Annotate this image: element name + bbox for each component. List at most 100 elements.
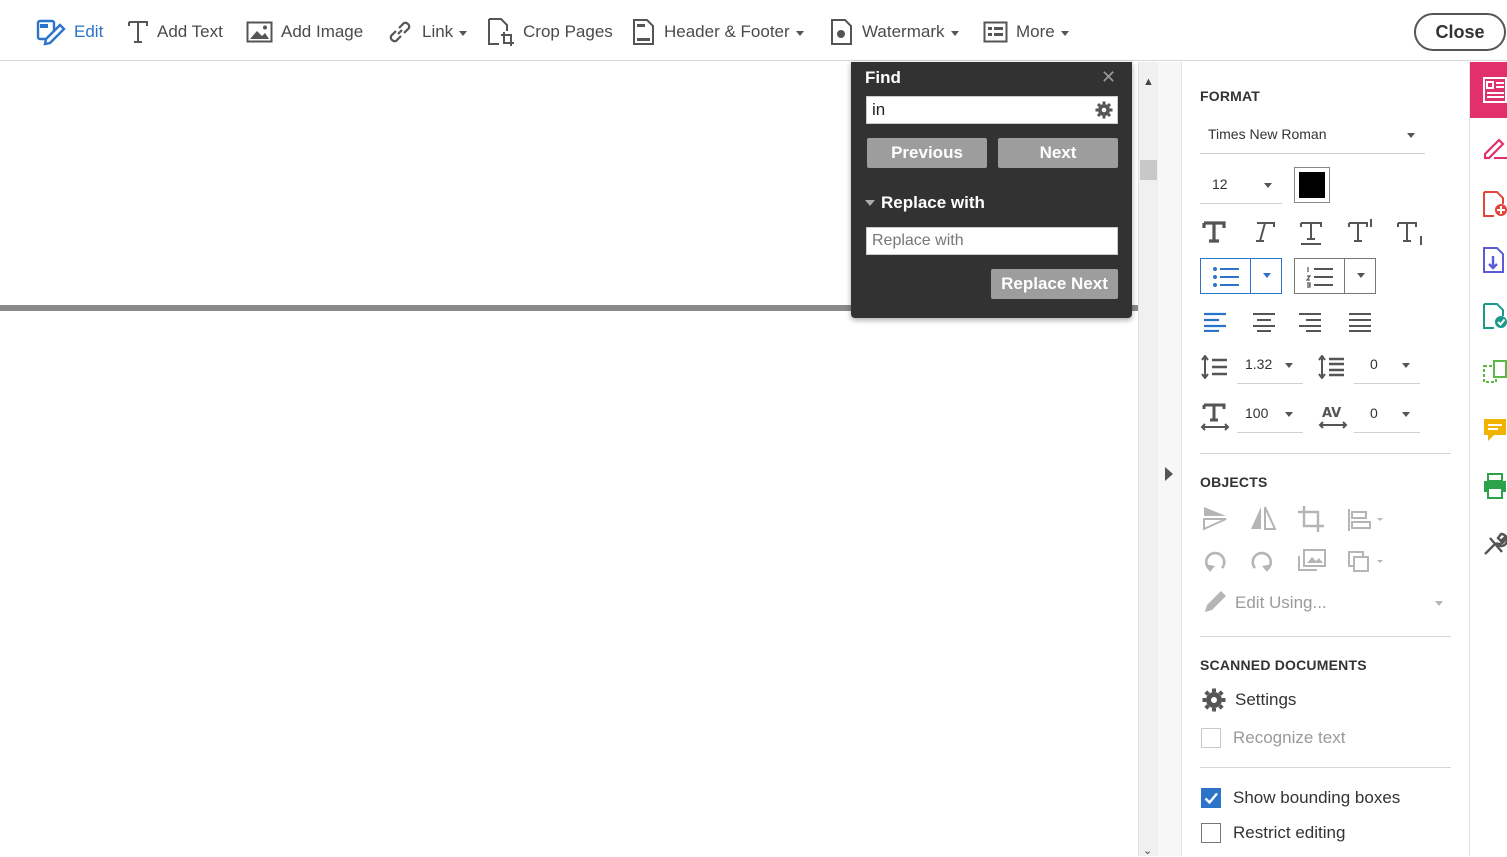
add-image-label: Add Image bbox=[281, 22, 364, 41]
restrict-editing-label: Restrict editing bbox=[1233, 823, 1346, 842]
chevron-down-icon bbox=[459, 30, 468, 36]
font-color-swatch bbox=[1299, 172, 1325, 198]
scroll-up-icon[interactable]: ▲ bbox=[1143, 76, 1154, 88]
previous-button[interactable]: Previous bbox=[867, 138, 987, 168]
more-button[interactable]: More bbox=[983, 16, 1069, 48]
scrollbar-thumb[interactable] bbox=[1140, 160, 1157, 180]
chevron-down-icon[interactable] bbox=[1357, 273, 1365, 278]
divider bbox=[1200, 453, 1451, 454]
organize-pages-icon[interactable] bbox=[1482, 358, 1507, 386]
underline-text-icon[interactable] bbox=[1299, 220, 1323, 246]
watermark-button[interactable]: Watermark bbox=[830, 16, 959, 48]
replace-image-icon[interactable] bbox=[1297, 548, 1327, 574]
close-button[interactable]: Close bbox=[1414, 13, 1506, 51]
divider bbox=[1344, 259, 1345, 293]
chevron-down-icon[interactable] bbox=[1435, 601, 1443, 606]
comment-icon[interactable] bbox=[1482, 416, 1507, 444]
justify-icon[interactable] bbox=[1348, 312, 1372, 332]
bullet-list-button[interactable] bbox=[1200, 258, 1282, 294]
flip-vertical-icon[interactable] bbox=[1202, 505, 1228, 531]
rotate-right-icon[interactable] bbox=[1249, 548, 1275, 574]
panel-collapse-gutter bbox=[1158, 62, 1182, 856]
superscript-icon[interactable] bbox=[1347, 217, 1377, 244]
font-size-select[interactable]: 12 bbox=[1200, 172, 1282, 204]
horizontal-scale-value: 100 bbox=[1245, 405, 1269, 421]
bullet-list-icon bbox=[1213, 267, 1239, 287]
edit-button[interactable]: Edit bbox=[36, 16, 103, 48]
edit-using-label[interactable]: Edit Using... bbox=[1235, 593, 1327, 613]
fill-sign-icon[interactable] bbox=[1482, 134, 1507, 160]
add-image-button[interactable]: Add Image bbox=[246, 16, 363, 48]
export-pdf-icon[interactable] bbox=[1482, 246, 1507, 274]
font-family-select[interactable]: Times New Roman bbox=[1200, 122, 1425, 154]
more-label: More bbox=[1016, 22, 1055, 41]
chevron-down-icon[interactable] bbox=[1263, 273, 1271, 278]
arrange-icon[interactable] bbox=[1347, 550, 1387, 574]
paragraph-spacing-icon[interactable] bbox=[1317, 355, 1345, 379]
divider bbox=[1200, 767, 1451, 768]
edit-pdf-icon bbox=[1483, 77, 1507, 103]
divider bbox=[1200, 636, 1451, 637]
text-icon bbox=[128, 21, 148, 43]
italic-text-icon[interactable] bbox=[1252, 220, 1276, 244]
scan-settings-link[interactable]: Settings bbox=[1235, 690, 1296, 710]
vertical-scrollbar[interactable]: ▲ ⌄ bbox=[1138, 62, 1158, 857]
numbered-list-button[interactable] bbox=[1294, 258, 1376, 294]
chevron-down-icon bbox=[1060, 30, 1069, 36]
scroll-down-icon[interactable]: ⌄ bbox=[1143, 844, 1152, 857]
subscript-icon[interactable] bbox=[1396, 220, 1426, 247]
watermark-label: Watermark bbox=[862, 22, 945, 41]
flip-horizontal-icon[interactable] bbox=[1249, 505, 1277, 531]
add-text-button[interactable]: Add Text bbox=[127, 16, 223, 48]
send-for-signature-icon[interactable] bbox=[1482, 302, 1507, 330]
find-input[interactable]: in bbox=[866, 96, 1118, 124]
find-dialog: Find ✕ in Previous Next Replace with Rep… bbox=[851, 62, 1132, 318]
rotate-left-icon[interactable] bbox=[1202, 548, 1228, 574]
character-spacing-icon[interactable]: AV bbox=[1318, 403, 1348, 431]
horizontal-scale-icon[interactable] bbox=[1200, 403, 1230, 431]
line-spacing-value: 1.32 bbox=[1245, 356, 1273, 372]
collapse-panel-icon[interactable] bbox=[1165, 467, 1173, 481]
crop-pages-button[interactable]: Crop Pages bbox=[487, 16, 613, 48]
bold-text-icon[interactable] bbox=[1202, 220, 1226, 244]
close-icon[interactable]: ✕ bbox=[1101, 67, 1116, 88]
tools-wrench-icon[interactable] bbox=[1482, 530, 1507, 558]
character-spacing-select[interactable]: 0 bbox=[1354, 401, 1420, 433]
align-right-icon[interactable] bbox=[1298, 312, 1322, 332]
gear-icon[interactable] bbox=[1095, 101, 1113, 119]
header-footer-label: Header & Footer bbox=[664, 22, 790, 41]
crop-pages-icon bbox=[488, 18, 514, 46]
horizontal-scale-select[interactable]: 100 bbox=[1237, 401, 1303, 433]
find-title: Find bbox=[865, 68, 901, 87]
restrict-editing-checkbox[interactable] bbox=[1201, 823, 1221, 843]
align-center-icon[interactable] bbox=[1252, 312, 1276, 332]
show-bounding-boxes-checkbox[interactable] bbox=[1201, 788, 1221, 808]
image-icon bbox=[246, 21, 273, 43]
line-spacing-icon[interactable] bbox=[1200, 355, 1228, 379]
edit-pdf-tool[interactable] bbox=[1470, 62, 1507, 118]
replace-next-button[interactable]: Replace Next bbox=[991, 269, 1118, 299]
gear-icon bbox=[1202, 688, 1226, 712]
line-spacing-select[interactable]: 1.32 bbox=[1237, 352, 1303, 384]
chevron-down-icon bbox=[950, 30, 959, 36]
crop-icon[interactable] bbox=[1297, 505, 1325, 533]
link-button[interactable]: Link bbox=[386, 16, 468, 48]
create-pdf-icon[interactable] bbox=[1482, 190, 1507, 218]
print-production-icon[interactable] bbox=[1482, 472, 1507, 500]
next-button[interactable]: Next bbox=[998, 138, 1118, 168]
font-family-value: Times New Roman bbox=[1208, 126, 1327, 142]
edit-label: Edit bbox=[74, 22, 104, 41]
align-left-icon[interactable] bbox=[1203, 312, 1227, 332]
recognize-text-checkbox[interactable] bbox=[1201, 728, 1221, 748]
header-footer-button[interactable]: Header & Footer bbox=[632, 16, 804, 48]
font-size-value: 12 bbox=[1212, 176, 1228, 192]
add-text-label: Add Text bbox=[157, 22, 223, 41]
replace-with-toggle[interactable]: Replace with bbox=[865, 193, 985, 213]
chevron-down-icon bbox=[1285, 363, 1293, 368]
crop-pages-label: Crop Pages bbox=[523, 22, 613, 41]
chevron-down-icon bbox=[1402, 412, 1410, 417]
align-objects-icon[interactable] bbox=[1347, 508, 1387, 532]
paragraph-spacing-select[interactable]: 0 bbox=[1354, 352, 1420, 384]
font-color-picker[interactable] bbox=[1294, 167, 1330, 203]
replace-input[interactable]: Replace with bbox=[866, 227, 1118, 255]
